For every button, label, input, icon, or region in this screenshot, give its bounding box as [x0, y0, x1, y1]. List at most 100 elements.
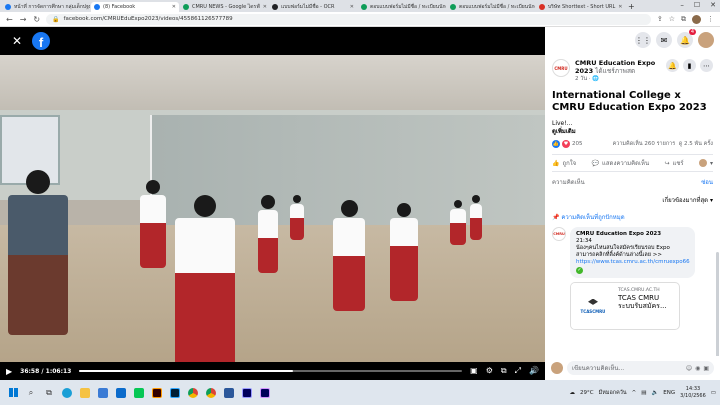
window-controls: – ☐ ✕	[680, 1, 716, 9]
messenger-icon[interactable]: ✉	[656, 32, 672, 48]
more-options-icon[interactable]: ⋯	[700, 59, 713, 72]
comment-author[interactable]: CMRU Education Expo 2023	[576, 231, 689, 238]
post-title: International College x CMRU Education E…	[552, 90, 707, 113]
profile-avatar[interactable]	[692, 14, 701, 24]
comment-link[interactable]: https://www.tcas.cmru.ac.th/cmruexpo66	[576, 259, 690, 266]
save-bookmark-icon[interactable]: ▮	[683, 59, 696, 72]
comment-bubble: CMRU Education Expo 2023 21:34 น้องๆคนไห…	[570, 227, 695, 278]
reaction-count[interactable]: 👍 ♥ 205	[552, 140, 583, 148]
url-text: facebook.com/CMRUEduExpo2023/videos/4558…	[63, 16, 233, 22]
seek-bar[interactable]	[79, 370, 463, 372]
tab-label: บริษัท Shorttext - Short URL	[548, 4, 616, 10]
commenter-avatar[interactable]: CMRU	[552, 227, 566, 241]
tab-close-icon[interactable]: ✕	[172, 4, 176, 10]
chrome-icon[interactable]	[185, 385, 201, 401]
speaker-icon[interactable]: 🔈	[651, 390, 658, 396]
link-title: TCAS CMRU ระบบรับสมัคร...	[618, 294, 667, 310]
like-button[interactable]: 👍 ถูกใจ	[552, 158, 576, 168]
browser-tab-5[interactable]: ตอบแบบฟอร์มไม่มีชื่อ / ทะเบียนนักศึกษา✕	[358, 2, 446, 12]
browser-tab-3[interactable]: CMRU NEWS - Google ไดรฟ์ ✕	[180, 2, 268, 12]
premiere-icon[interactable]	[239, 385, 255, 401]
task-view-icon[interactable]: ⧉	[41, 385, 57, 401]
chrome-profile-icon[interactable]	[203, 385, 219, 401]
video-frame[interactable]	[0, 55, 545, 362]
comments-header: ความคิดเห็น	[552, 179, 585, 186]
sticker-icon[interactable]: ☺	[686, 365, 692, 372]
weather-icon[interactable]: ☁	[569, 390, 575, 396]
notification-badge: 4	[688, 29, 696, 35]
avatar	[551, 362, 563, 374]
bookmark-star-icon[interactable]: ☆	[669, 15, 675, 24]
browser-tab-7[interactable]: บริษัท Shorttext - Short URL ✕	[536, 2, 624, 12]
word-icon[interactable]	[221, 385, 237, 401]
gif-icon[interactable]: ▣	[703, 365, 709, 372]
browser-tab-1[interactable]: หน้าที่ การจัดการศึกษา กลุ่มเด็กปฐมวัย✕	[2, 2, 90, 12]
see-more-link[interactable]: ดูเพิ่มเติม	[552, 128, 576, 135]
picture-in-picture-icon[interactable]: ⧉	[501, 366, 507, 376]
search-icon[interactable]: ⌕	[23, 385, 39, 401]
language-indicator[interactable]: ENG	[663, 390, 675, 396]
tray-chevron-icon[interactable]: ^	[632, 390, 637, 396]
new-tab-button[interactable]: +	[628, 2, 635, 11]
windows-logo-icon	[8, 388, 18, 397]
page-name[interactable]: CMRU Education Expo 2023 ได้แชร์ภาพสด	[575, 59, 663, 75]
settings-gear-icon[interactable]: ⚙	[486, 366, 493, 376]
account-avatar[interactable]	[698, 32, 714, 48]
link-preview-card[interactable]: TCASCMRU TCAS.CMRU.AC.TH TCAS CMRU ระบบร…	[570, 282, 680, 330]
facebook-logo-icon[interactable]: f	[32, 32, 51, 50]
comment-input[interactable]: เขียนความคิดเห็น... ☺ ◉ ▣	[567, 361, 714, 375]
store-icon[interactable]	[95, 385, 111, 401]
notification-toggle-icon[interactable]: 🔔	[666, 59, 679, 72]
share-page-icon[interactable]: ⇪	[657, 15, 663, 24]
views-count: ดู 2.5 พัน ครั้ง	[678, 141, 713, 147]
camera-icon[interactable]: ◉	[695, 365, 700, 372]
browser-menu-icon[interactable]: ⋮	[707, 15, 714, 24]
avatar	[698, 159, 707, 167]
page-logo[interactable]: CMRU	[552, 59, 570, 77]
reload-icon[interactable]: ↻	[33, 15, 40, 24]
bell-icon[interactable]: 🔔 4	[677, 29, 696, 48]
checkmark-icon: ✓	[576, 267, 583, 274]
tab-close-icon[interactable]: ✕	[350, 4, 354, 10]
notifications-icon[interactable]: ▭	[711, 390, 716, 396]
room-ceiling	[0, 55, 545, 110]
network-icon[interactable]: ▤	[641, 390, 646, 396]
forward-icon[interactable]: →	[20, 15, 27, 24]
photoshop-icon[interactable]	[167, 385, 183, 401]
line-icon[interactable]	[131, 385, 147, 401]
browser-tab-4[interactable]: แบบฟอร์มไม่มีชื่อ - OCR ✕	[269, 2, 357, 12]
back-icon[interactable]: ←	[6, 15, 13, 24]
hide-comments-link[interactable]: ซ่อน	[701, 177, 713, 187]
volume-icon[interactable]: 🔊	[529, 366, 539, 376]
browser-tab-6[interactable]: ตอบแบบฟอร์มไม่มีชื่อ / ทะเบียนนักศึกษา✕	[447, 2, 535, 12]
audience-selector[interactable]: ▾	[698, 159, 713, 167]
captions-icon[interactable]: ▣	[470, 366, 478, 376]
address-bar-row: ← → ↻ 🔒 facebook.com/CMRUEduExpo2023/vid…	[0, 12, 720, 27]
url-field[interactable]: 🔒 facebook.com/CMRUEduExpo2023/videos/45…	[46, 13, 651, 25]
start-button[interactable]	[4, 384, 22, 402]
illustrator-icon[interactable]	[149, 385, 165, 401]
tab-favicon-icon	[272, 4, 278, 10]
tab-close-icon[interactable]: ✕	[263, 4, 267, 10]
browser-tab-2[interactable]: (8) Facebook ✕	[91, 2, 179, 12]
tab-close-icon[interactable]: ✕	[618, 4, 622, 10]
comment-button[interactable]: 💬 แสดงความคิดเห็น	[592, 158, 650, 168]
dancer-figure	[390, 203, 418, 301]
window-close-icon[interactable]: ✕	[710, 1, 716, 9]
file-explorer-icon[interactable]	[77, 385, 93, 401]
share-button[interactable]: ↪ แชร์	[664, 158, 683, 168]
taskbar-clock[interactable]: 14:33 3/10/2566	[680, 386, 706, 400]
extensions-icon[interactable]: ⧉	[681, 15, 686, 24]
play-icon[interactable]: ▶	[6, 367, 12, 376]
close-icon[interactable]: ✕	[12, 34, 22, 48]
comment-text: น้องๆคนไหนสนใจสมัครเรียนรอบ Expo สามารถค…	[576, 245, 670, 258]
fullscreen-icon[interactable]: ⤢	[515, 366, 521, 376]
comments-count[interactable]: ความคิดเห็น 260 รายการ	[613, 141, 676, 147]
grid-menu-icon[interactable]: ⋮⋮	[635, 32, 651, 48]
comment-sort-dropdown[interactable]: เกี่ยวข้องมากที่สุด ▾	[552, 195, 713, 205]
edge-icon[interactable]	[59, 385, 75, 401]
minimize-icon[interactable]: –	[680, 1, 684, 9]
mail-icon[interactable]	[113, 385, 129, 401]
after-effects-icon[interactable]	[257, 385, 273, 401]
maximize-icon[interactable]: ☐	[694, 1, 700, 9]
